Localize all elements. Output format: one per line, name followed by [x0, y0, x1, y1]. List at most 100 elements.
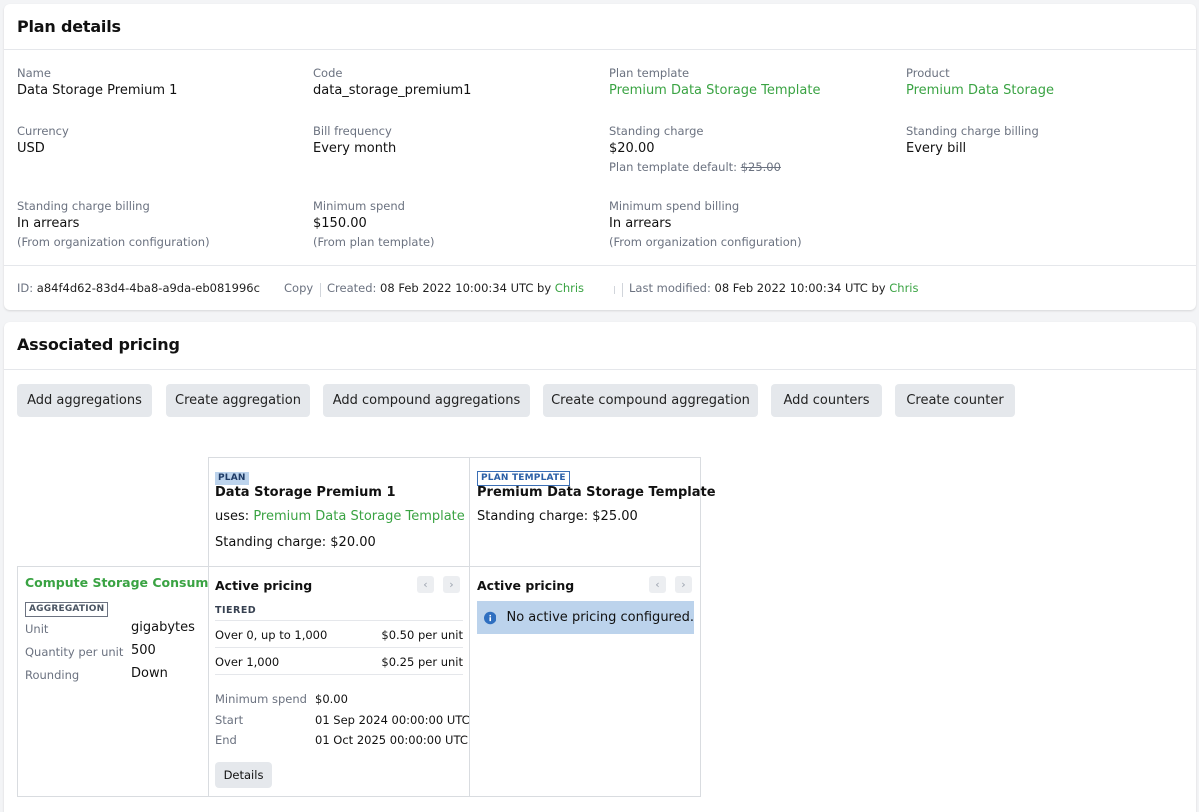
- tier-1-price: $0.50 per unit: [381, 628, 463, 642]
- aggregation-tag: AGGREGATION: [25, 602, 109, 617]
- divider: [4, 369, 1196, 370]
- code-label: Code: [313, 66, 343, 80]
- plan-details-title: Plan details: [17, 17, 121, 36]
- minimum-spend-note: (From plan template): [313, 235, 435, 249]
- next-pricing-button[interactable]: ›: [443, 576, 460, 593]
- plan-uses-label: uses:: [215, 509, 250, 524]
- plan-standing-charge: Standing charge: $20.00: [215, 535, 376, 550]
- divider: [4, 265, 1196, 266]
- created-info: Created: 08 Feb 2022 10:00:34 UTC by Chr…: [327, 281, 584, 295]
- rounding-value: Down: [131, 666, 168, 681]
- standing-charge-billing-value: Every bill: [906, 141, 967, 156]
- plan-uses-template-link[interactable]: Premium Data Storage Template: [253, 509, 464, 524]
- associated-pricing-card: Associated pricing Add aggregations Crea…: [4, 322, 1196, 812]
- details-button[interactable]: Details: [215, 762, 272, 788]
- id-label: ID:: [17, 281, 34, 295]
- rounding-label: Rounding: [25, 668, 80, 682]
- quantity-per-unit-value: 500: [131, 643, 156, 658]
- previous-pricing-button[interactable]: ‹: [649, 576, 666, 593]
- code-field: Code data_storage_premium1: [313, 65, 471, 101]
- plan-template-label: Plan template: [609, 66, 690, 80]
- divider: [215, 620, 463, 621]
- template-active-pricing-title: Active pricing: [477, 578, 575, 593]
- quantity-per-unit-label: Quantity per unit: [25, 645, 124, 659]
- plan-id: ID: a84f4d62-83d4-4ba8-a9da-eb081996c: [17, 281, 260, 295]
- plan-template-tag: PLAN TEMPLATE: [477, 471, 570, 486]
- standing-charge-billing-field: Standing charge billing Every bill: [906, 123, 1039, 159]
- no-pricing-alert: No active pricing configured.: [477, 601, 694, 634]
- name-value: Data Storage Premium 1: [17, 83, 178, 98]
- unit-label: Unit: [25, 622, 49, 636]
- template-pricing-cell: Active pricing ‹ › No active pricing con…: [469, 566, 701, 797]
- bill-frequency-label: Bill frequency: [313, 124, 392, 138]
- plan-pricing-cell: Active pricing ‹ › TIERED Over 0, up to …: [208, 566, 470, 797]
- tier-2-price: $0.25 per unit: [381, 655, 463, 669]
- plan-column-header: PLAN Data Storage Premium 1 uses: Premiu…: [208, 457, 470, 567]
- unit-value: gigabytes: [131, 620, 195, 635]
- plan-template-field: Plan template Premium Data Storage Templ…: [609, 65, 820, 101]
- next-pricing-button[interactable]: ›: [675, 576, 692, 593]
- plan-template-link[interactable]: Premium Data Storage Template: [609, 81, 820, 101]
- bill-frequency-field: Bill frequency Every month: [313, 123, 396, 159]
- previous-pricing-button[interactable]: ‹: [417, 576, 434, 593]
- divider: [215, 674, 463, 675]
- template-standing-charge: Standing charge: $25.00: [477, 509, 638, 524]
- divider: [215, 647, 463, 648]
- name-field: Name Data Storage Premium 1: [17, 65, 177, 101]
- standing-charge-billing-arrears-field: Standing charge billing In arrears (From…: [17, 198, 210, 251]
- aggregation-name-link[interactable]: Compute Storage Consumed: [25, 575, 226, 590]
- start-label: Start: [215, 713, 244, 727]
- associated-pricing-title: Associated pricing: [17, 335, 180, 354]
- product-label: Product: [906, 66, 950, 80]
- divider: [4, 49, 1196, 50]
- chevron-left-icon: ‹: [423, 578, 428, 591]
- currency-field: Currency USD: [17, 123, 69, 159]
- no-pricing-message: No active pricing configured.: [506, 610, 694, 625]
- copy-id-button[interactable]: Copy: [284, 281, 313, 295]
- modified-by-link[interactable]: Chris: [889, 281, 918, 295]
- create-counter-button[interactable]: Create counter: [895, 384, 1015, 417]
- modified-label: Last modified:: [629, 281, 711, 295]
- template-column-header: PLAN TEMPLATE Premium Data Storage Templ…: [469, 457, 716, 567]
- add-compound-aggregations-button[interactable]: Add compound aggregations: [323, 384, 530, 417]
- minimum-spend-billing-note: (From organization configuration): [609, 235, 802, 249]
- standing-charge-billing-arrears-label: Standing charge billing: [17, 199, 150, 213]
- standing-charge-value: $20.00: [609, 141, 655, 156]
- start-value: 01 Sep 2024 00:00:00 UTC: [315, 713, 470, 727]
- tier-1-range: Over 0, up to 1,000: [215, 628, 328, 642]
- separator: [622, 283, 623, 297]
- minimum-spend-value: $150.00: [313, 216, 367, 231]
- currency-value: USD: [17, 141, 45, 156]
- add-aggregations-button[interactable]: Add aggregations: [17, 384, 152, 417]
- aggregation-row-header: Compute Storage Consumed AGGREGATION Uni…: [17, 566, 226, 797]
- minimum-spend-billing-label: Minimum spend billing: [609, 199, 740, 213]
- created-label: Created:: [327, 281, 377, 295]
- name-label: Name: [17, 66, 51, 80]
- create-compound-aggregation-button[interactable]: Create compound aggregation: [543, 384, 758, 417]
- created-by-link[interactable]: Chris: [555, 281, 584, 295]
- chevron-right-icon: ›: [681, 578, 686, 591]
- plan-active-pricing-title: Active pricing: [215, 578, 313, 593]
- info-icon: [484, 611, 497, 624]
- minimum-spend-field: Minimum spend $150.00 (From plan templat…: [313, 198, 435, 251]
- product-link[interactable]: Premium Data Storage: [906, 81, 1054, 101]
- currency-label: Currency: [17, 124, 69, 138]
- plan-uses: uses: Premium Data Storage Template: [215, 509, 465, 524]
- standing-charge-label: Standing charge: [609, 124, 704, 138]
- pricing-type-label: TIERED: [215, 605, 257, 616]
- minimum-spend-value: $0.00: [315, 692, 348, 706]
- create-aggregation-button[interactable]: Create aggregation: [166, 384, 310, 417]
- plan-details-card: Plan details Name Data Storage Premium 1…: [4, 4, 1196, 310]
- product-field: Product Premium Data Storage: [906, 65, 1054, 101]
- modified-info: Last modified: 08 Feb 2022 10:00:34 UTC …: [629, 281, 918, 295]
- standing-charge-billing-label: Standing charge billing: [906, 124, 1039, 138]
- standing-charge-note-prefix: Plan template default:: [609, 160, 738, 174]
- created-value: 08 Feb 2022 10:00:34 UTC by: [380, 281, 552, 295]
- add-counters-button[interactable]: Add counters: [771, 384, 882, 417]
- separator: [320, 283, 321, 297]
- standing-charge-billing-arrears-value: In arrears: [17, 216, 80, 231]
- chevron-left-icon: ‹: [655, 578, 660, 591]
- standing-charge-note: Plan template default: $25.00: [609, 159, 781, 176]
- end-value: 01 Oct 2025 00:00:00 UTC: [315, 733, 468, 747]
- end-label: End: [215, 733, 237, 747]
